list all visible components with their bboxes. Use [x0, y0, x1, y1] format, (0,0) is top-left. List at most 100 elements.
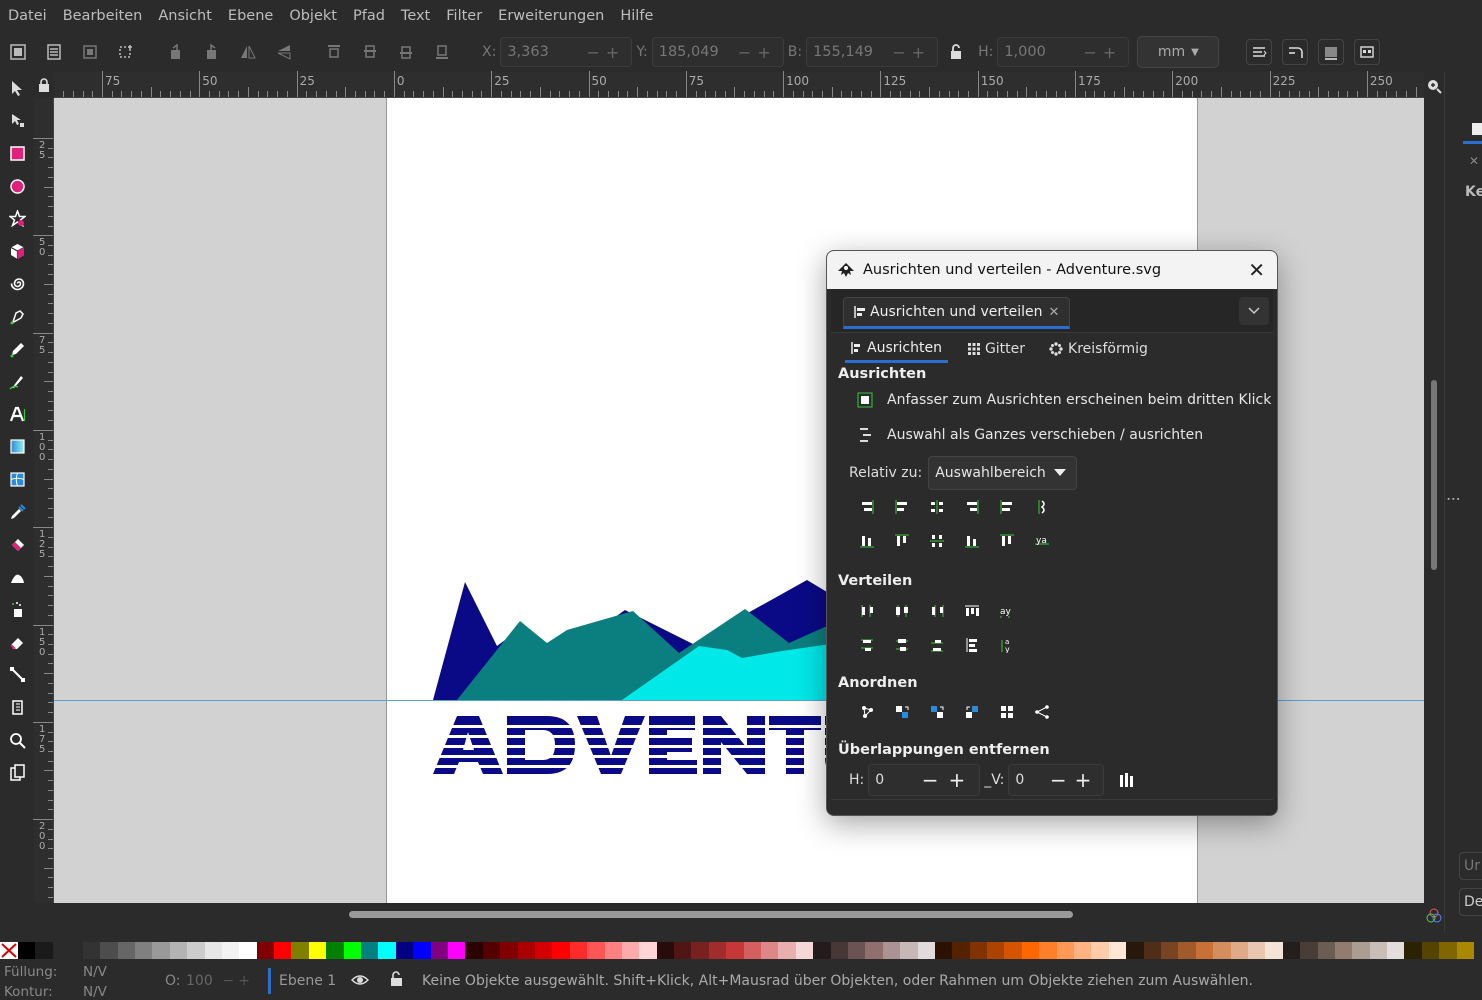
- color-swatch[interactable]: [674, 941, 692, 959]
- selector-tool-icon[interactable]: [0, 72, 34, 105]
- color-swatch[interactable]: [691, 941, 709, 959]
- eraser-tool-icon[interactable]: [0, 626, 34, 659]
- menu-text[interactable]: Text: [393, 8, 438, 24]
- color-swatch[interactable]: [621, 941, 640, 959]
- color-swatch[interactable]: [1213, 941, 1231, 959]
- center-vertical-icon[interactable]: [919, 526, 954, 556]
- color-swatch[interactable]: [82, 941, 101, 959]
- center-horizontal-icon[interactable]: [919, 492, 954, 522]
- connector-tool-icon[interactable]: [0, 659, 34, 692]
- spiral-tool-icon[interactable]: [0, 268, 34, 301]
- color-swatch[interactable]: [1369, 941, 1388, 959]
- pencil-tool-icon[interactable]: [0, 333, 34, 366]
- tab-ausrichten[interactable]: Ausrichten: [845, 335, 948, 363]
- text-tool-icon[interactable]: [0, 398, 34, 431]
- color-swatch[interactable]: [1074, 941, 1092, 959]
- color-swatch[interactable]: [413, 941, 431, 959]
- color-swatch[interactable]: [1056, 941, 1075, 959]
- color-swatch[interactable]: [395, 941, 414, 959]
- no-paint-swatch[interactable]: [0, 941, 18, 959]
- overlap-v-input[interactable]: 0 −+: [1008, 764, 1105, 796]
- color-swatch[interactable]: [500, 941, 518, 959]
- select-all-layers-icon[interactable]: [41, 39, 67, 65]
- color-swatch[interactable]: [308, 941, 327, 959]
- select-all-icon[interactable]: [5, 39, 31, 65]
- color-swatch[interactable]: [917, 941, 935, 959]
- color-swatch[interactable]: [534, 941, 553, 959]
- scale-stroke-icon[interactable]: [1246, 39, 1273, 65]
- pages-tool-icon[interactable]: [0, 756, 34, 789]
- mesh-tool-icon[interactable]: [0, 463, 34, 496]
- color-swatch[interactable]: [552, 941, 570, 959]
- vertical-scrollbar[interactable]: [1424, 98, 1444, 903]
- color-swatch[interactable]: [35, 941, 53, 959]
- dropper-tool-icon[interactable]: [0, 496, 34, 529]
- color-swatch[interactable]: [117, 941, 135, 959]
- color-swatch[interactable]: [1126, 941, 1144, 959]
- align-top-to-bottom-icon[interactable]: [989, 526, 1024, 556]
- rectangle-tool-icon[interactable]: [0, 137, 34, 170]
- width-stepper-icon[interactable]: −+: [892, 43, 937, 62]
- color-swatch[interactable]: [743, 941, 762, 959]
- color-swatch[interactable]: [378, 941, 396, 959]
- color-swatch[interactable]: [847, 941, 866, 959]
- fill-value[interactable]: N/V: [83, 964, 107, 980]
- gradient-tool-icon[interactable]: [0, 431, 34, 464]
- dock-button-2[interactable]: De: [1459, 888, 1482, 916]
- color-swatch[interactable]: [1352, 941, 1370, 959]
- vertical-ruler[interactable]: 2 5 5 0 7 5 1 0 0 1 2 5 1 5 0 1 7 5 2 0 0: [33, 98, 54, 903]
- tweak-tool-icon[interactable]: [0, 561, 34, 594]
- exchange-stacking-order-icon[interactable]: [919, 697, 954, 727]
- menu-ebene[interactable]: Ebene: [220, 8, 281, 24]
- horizontal-ruler[interactable]: 75 50 25 0 25 50 75 100 125 150 175 200 225 250: [54, 71, 1424, 98]
- dialog-close-icon[interactable]: ✕: [1248, 258, 1265, 282]
- horizontal-scrollbar[interactable]: [54, 903, 1424, 925]
- randomize-positions-icon[interactable]: [849, 697, 884, 727]
- overlap-h-stepper-icon[interactable]: −+: [922, 768, 976, 792]
- color-swatch[interactable]: [1230, 941, 1248, 959]
- color-swatch[interactable]: [465, 941, 483, 959]
- color-swatch[interactable]: [761, 941, 779, 959]
- color-swatch[interactable]: [1039, 941, 1057, 959]
- color-swatch[interactable]: [656, 941, 675, 959]
- color-swatch[interactable]: [952, 941, 970, 959]
- color-swatch[interactable]: [882, 941, 901, 959]
- dock-tab-icon[interactable]: [1463, 114, 1482, 144]
- menu-erweiterungen[interactable]: Erweiterungen: [490, 8, 612, 24]
- overlap-h-input[interactable]: 0 −+: [868, 764, 981, 796]
- option-anfasser[interactable]: Anfasser zum Ausrichten erscheinen beim …: [857, 392, 1271, 408]
- distribute-centers-horizontal-icon[interactable]: [884, 596, 919, 626]
- color-swatch[interactable]: [1456, 941, 1475, 959]
- menu-objekt[interactable]: Objekt: [281, 8, 345, 24]
- color-swatch[interactable]: [1004, 941, 1022, 959]
- tab-kreisfoermig[interactable]: Kreisförmig: [1045, 335, 1152, 363]
- color-management-icon[interactable]: [1424, 906, 1444, 926]
- doc-tab[interactable]: Ausrichten und verteilen ✕: [843, 297, 1071, 329]
- touch-select-icon[interactable]: [113, 39, 139, 65]
- layer-selector[interactable]: Ebene 1: [268, 968, 336, 994]
- color-swatch[interactable]: [639, 941, 657, 959]
- transform-patterns-icon[interactable]: [1354, 39, 1381, 65]
- align-bottom-to-top-icon[interactable]: [849, 526, 884, 556]
- color-swatch[interactable]: [187, 941, 205, 959]
- color-swatch[interactable]: [726, 941, 744, 959]
- remove-overlaps-button[interactable]: [1118, 772, 1134, 788]
- color-swatch[interactable]: [1265, 941, 1283, 959]
- exchange-clockwise-icon[interactable]: [954, 697, 989, 727]
- color-swatch[interactable]: [1108, 941, 1127, 959]
- node-tool-icon[interactable]: [0, 105, 34, 138]
- color-swatch[interactable]: [1404, 941, 1422, 959]
- color-swatch[interactable]: [900, 941, 918, 959]
- color-swatch[interactable]: [18, 941, 36, 959]
- menu-filter[interactable]: Filter: [438, 8, 490, 24]
- dock-menu-icon[interactable]: ⋮: [1445, 492, 1461, 506]
- distribute-gaps-horizontal-icon[interactable]: [954, 596, 989, 626]
- color-swatch[interactable]: [1387, 941, 1405, 959]
- tab-gitter[interactable]: Gitter: [964, 335, 1029, 363]
- align-bottom-edges-icon[interactable]: [954, 526, 989, 556]
- color-swatch[interactable]: [795, 941, 814, 959]
- align-text-anchors-horizontal-icon[interactable]: [1024, 492, 1059, 522]
- color-swatch[interactable]: [152, 941, 170, 959]
- 3d-box-tool-icon[interactable]: [0, 235, 34, 268]
- color-swatch[interactable]: [587, 941, 605, 959]
